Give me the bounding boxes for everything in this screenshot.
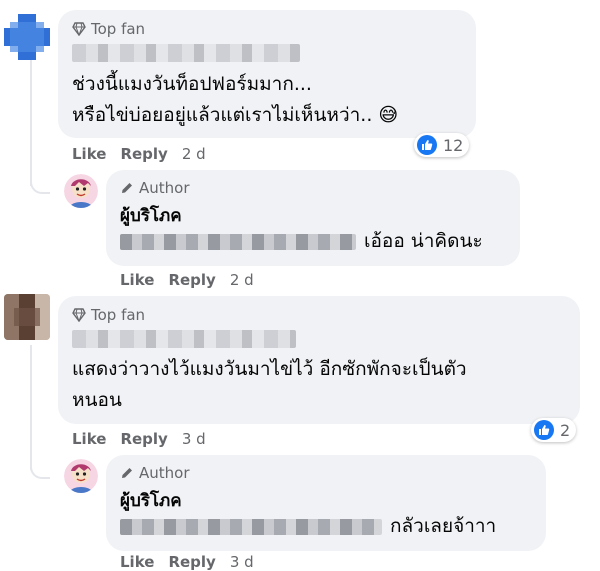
author-badge: Author: [120, 464, 190, 482]
like-icon: [417, 135, 437, 155]
thread-connector: [30, 178, 50, 194]
diamond-icon: [72, 308, 86, 322]
timestamp[interactable]: 3 d: [182, 430, 206, 448]
reply-button[interactable]: Reply: [120, 430, 167, 448]
thread-line: [30, 56, 32, 186]
author-name[interactable]: ผู้บริโภค: [120, 202, 182, 229]
thread-line: [30, 345, 32, 470]
badge-label: Top fan: [91, 20, 146, 38]
author-badge: Author: [120, 179, 190, 197]
reply-button[interactable]: Reply: [168, 271, 215, 289]
comment-text-line: หรือไข่บ่อยอยู่แล้วแต่เราไม่เห็นหว่า.. 😅: [72, 104, 399, 126]
diamond-icon: [72, 22, 86, 36]
like-button[interactable]: Like: [120, 553, 154, 571]
like-icon: [534, 420, 554, 440]
timestamp[interactable]: 2 d: [182, 145, 206, 163]
reaction-number: 2: [560, 420, 571, 440]
author-avatar[interactable]: [64, 174, 98, 208]
top-fan-badge: Top fan: [72, 306, 145, 324]
author-avatar[interactable]: [64, 459, 98, 493]
like-button[interactable]: Like: [72, 145, 106, 163]
comment-text-line: แสดงว่าวางไว้แมงวันมาไข่ไว้ อีกซักพักจะเ…: [72, 358, 467, 380]
timestamp[interactable]: 2 d: [230, 271, 254, 289]
pencil-icon: [120, 181, 134, 195]
badge-label: Author: [139, 179, 190, 197]
reply-actions: Like Reply 3 d: [120, 553, 254, 571]
comment-actions: Like Reply 2 d: [72, 145, 206, 163]
reply-actions: Like Reply 2 d: [120, 271, 254, 289]
like-button[interactable]: Like: [72, 430, 106, 448]
author-name[interactable]: ผู้บริโภค: [120, 487, 182, 514]
timestamp[interactable]: 3 d: [230, 553, 254, 571]
like-button[interactable]: Like: [120, 271, 154, 289]
reaction-number: 12: [443, 135, 464, 155]
badge-label: Author: [139, 464, 190, 482]
badge-label: Top fan: [91, 306, 146, 324]
redacted-text: [120, 234, 356, 250]
comment-text-line: ช่วงนี้แมงวันท็อปฟอร์มมาก...: [72, 73, 312, 95]
thread-connector: [30, 463, 50, 479]
reply-button[interactable]: Reply: [120, 145, 167, 163]
top-fan-badge: Top fan: [72, 20, 145, 38]
redacted-name: [72, 44, 300, 62]
comment-text-line: หนอน: [72, 389, 122, 411]
reaction-count[interactable]: 2: [531, 418, 577, 442]
redacted-text: [120, 519, 382, 535]
reaction-count[interactable]: 12: [414, 133, 470, 157]
avatar[interactable]: [4, 14, 50, 60]
reply-text: กลัวเลยจ้าาา: [390, 515, 497, 537]
redacted-name: [72, 330, 296, 348]
pencil-icon: [120, 466, 134, 480]
reply-button[interactable]: Reply: [168, 553, 215, 571]
reply-text: เอ้ออ น่าคิดนะ: [364, 230, 483, 252]
comment-actions: Like Reply 3 d: [72, 430, 206, 448]
avatar[interactable]: [4, 294, 50, 340]
